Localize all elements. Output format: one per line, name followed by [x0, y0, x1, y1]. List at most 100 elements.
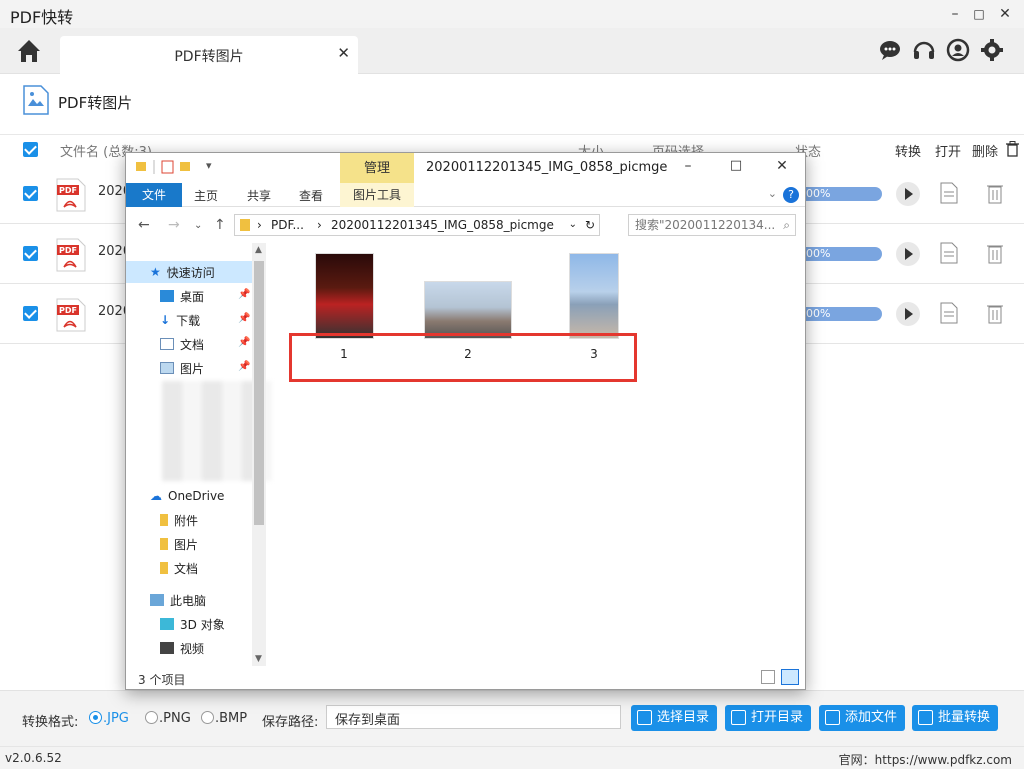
save-path-input[interactable]: 保存到桌面	[326, 705, 621, 729]
user-icon[interactable]	[946, 38, 970, 62]
nav-label: 3D 对象	[180, 617, 225, 632]
batch-convert-button[interactable]: 批量转换	[912, 705, 999, 731]
details-view-icon[interactable]	[761, 670, 775, 684]
address-folder-icon	[240, 219, 250, 231]
nav-videos[interactable]: 视频	[160, 638, 204, 658]
ribbon-file-tab[interactable]: 文件	[126, 183, 182, 207]
explorer-minimize-button[interactable]: –	[678, 158, 698, 174]
version-text: v2.0.6.52	[5, 751, 62, 765]
nav-scrollbar[interactable]: ▲ ▼	[252, 243, 266, 666]
chat-icon[interactable]	[878, 38, 902, 62]
radio-jpg[interactable]	[89, 711, 102, 724]
explorer-title: 20200112201345_IMG_0858_picmge	[426, 160, 668, 175]
nav-attachments[interactable]: 附件	[160, 510, 198, 530]
close-button[interactable]: ✕	[994, 3, 1016, 25]
quick-access-toolbar[interactable]	[134, 159, 214, 179]
tab-close-icon[interactable]: ✕	[337, 44, 350, 62]
select-all-checkbox[interactable]	[23, 142, 38, 157]
ribbon-expand-icon[interactable]: ⌄	[768, 187, 777, 200]
radio-bmp[interactable]	[201, 711, 214, 724]
nav-label: 文档	[174, 561, 199, 576]
format-jpg-label[interactable]: .JPG	[103, 711, 129, 726]
col-delete: 删除	[972, 145, 999, 160]
convert-play-icon[interactable]	[896, 182, 920, 206]
pin-icon: 📌	[238, 313, 251, 324]
navigation-pane: ★ 快速访问 桌面 📌 ↓ 下载 📌 文档 📌 图片 📌 ☁ OneDrive 附件 …	[126, 243, 272, 666]
nav-od-documents[interactable]: 文档	[160, 558, 198, 578]
home-icon[interactable]	[14, 36, 44, 66]
folder-icon	[160, 562, 168, 574]
image-thumbnail	[424, 281, 512, 339]
image-thumbnail	[569, 253, 619, 339]
nav-onedrive[interactable]: ☁ OneDrive	[150, 486, 224, 506]
format-png-label[interactable]: .PNG	[159, 711, 191, 726]
scroll-down-icon[interactable]: ▼	[255, 654, 262, 664]
open-document-icon[interactable]	[940, 182, 958, 204]
radio-png[interactable]	[145, 711, 158, 724]
manage-tab[interactable]: 管理	[340, 153, 414, 183]
up-arrow-icon[interactable]: ↑	[214, 217, 226, 233]
headset-icon[interactable]	[912, 38, 936, 62]
format-bmp-label[interactable]: .BMP	[215, 711, 247, 726]
nav-label: OneDrive	[168, 489, 225, 503]
explorer-close-button[interactable]: ✕	[772, 158, 792, 174]
breadcrumb-folder[interactable]: 20200112201345_IMG_0858_picmge	[331, 215, 554, 235]
ribbon-share-tab[interactable]: 共享	[247, 187, 271, 204]
nav-desktop[interactable]: 桌面	[160, 286, 204, 306]
search-icon[interactable]: ⌕	[783, 215, 790, 235]
explorer-maximize-button[interactable]: □	[726, 158, 746, 173]
breadcrumb-pdf[interactable]: PDF...	[271, 215, 304, 235]
row-checkbox[interactable]	[23, 246, 38, 261]
open-document-icon[interactable]	[940, 242, 958, 264]
item-count: 3 个项目	[138, 673, 186, 687]
address-dropdown-icon[interactable]: ⌄	[569, 215, 577, 235]
open-document-icon[interactable]	[940, 302, 958, 324]
nav-pictures[interactable]: 图片	[160, 358, 204, 378]
delete-trash-icon[interactable]	[986, 182, 1004, 204]
open-dir-button[interactable]: 打开目录	[725, 705, 812, 731]
nav-od-pictures[interactable]: 图片	[160, 534, 198, 554]
row-checkbox[interactable]	[23, 186, 38, 201]
search-input[interactable]: 搜索"2020011220134... ⌕	[628, 214, 796, 236]
delete-trash-icon[interactable]	[986, 242, 1004, 264]
scrollbar-thumb[interactable]	[254, 261, 264, 525]
tab-pdf-to-image[interactable]: PDF转图片 ✕	[60, 36, 358, 74]
maximize-button[interactable]: □	[968, 3, 990, 25]
convert-play-icon[interactable]	[896, 242, 920, 266]
nav-label: 快速访问	[166, 265, 215, 280]
row-checkbox[interactable]	[23, 306, 38, 321]
website-link[interactable]: 官网：https://www.pdfkz.com	[839, 751, 1012, 768]
large-icons-view-icon[interactable]	[781, 669, 799, 685]
choose-dir-button[interactable]: 选择目录	[631, 705, 718, 731]
plus-icon	[825, 710, 840, 725]
nav-quick-access[interactable]: ★ 快速访问	[150, 262, 215, 282]
address-input[interactable]: › PDF... › 20200112201345_IMG_0858_picmg…	[234, 214, 600, 236]
quick-access-dropdown-icon[interactable]: ▾	[206, 159, 212, 172]
nav-this-pc[interactable]: 此电脑	[150, 590, 206, 610]
desktop-icon	[160, 290, 174, 302]
add-file-button[interactable]: 添加文件	[819, 705, 906, 731]
ribbon-picture-tools-tab[interactable]: 图片工具	[340, 183, 414, 207]
file-explorer-window[interactable]: ▾ 管理 20200112201345_IMG_0858_picmge – □ …	[125, 152, 806, 690]
status-bar: v2.0.6.52 官网：https://www.pdfkz.com	[0, 746, 1024, 769]
ribbon-view-tab[interactable]: 查看	[299, 187, 323, 204]
delete-all-icon[interactable]	[1006, 141, 1019, 161]
convert-play-icon[interactable]	[896, 302, 920, 326]
folder-select-icon	[637, 710, 652, 725]
recent-dropdown-icon[interactable]: ⌄	[194, 220, 202, 231]
nav-downloads[interactable]: ↓ 下载	[160, 310, 200, 330]
delete-trash-icon[interactable]	[986, 302, 1004, 324]
forward-arrow-icon[interactable]: →	[168, 217, 180, 233]
gear-icon[interactable]	[980, 38, 1004, 62]
scroll-up-icon[interactable]: ▲	[255, 245, 262, 255]
nav-3d-objects[interactable]: 3D 对象	[160, 614, 225, 634]
back-arrow-icon[interactable]: ←	[138, 217, 150, 233]
documents-icon	[160, 338, 174, 350]
help-icon[interactable]: ?	[783, 187, 799, 203]
refresh-icon[interactable]: ↻	[585, 215, 595, 235]
folder-icon	[160, 538, 168, 550]
ribbon-home-tab[interactable]: 主页	[194, 187, 218, 204]
cloud-icon: ☁	[150, 489, 162, 503]
nav-documents[interactable]: 文档	[160, 334, 204, 354]
minimize-button[interactable]: –	[944, 3, 966, 25]
